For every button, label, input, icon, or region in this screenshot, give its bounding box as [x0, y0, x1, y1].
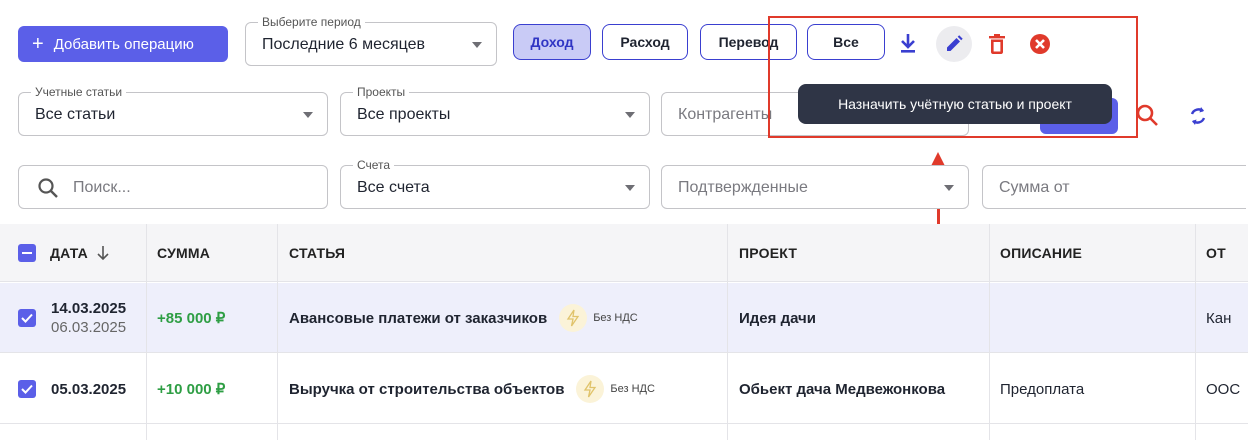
- search-input[interactable]: Поиск...: [18, 165, 328, 209]
- column-divider: [989, 224, 990, 440]
- amount-from-input[interactable]: Сумма от: [982, 165, 1246, 209]
- edit-button[interactable]: [936, 26, 972, 62]
- search-icon: [38, 178, 58, 198]
- projects-value: Все проекты: [357, 106, 451, 123]
- accounts-label: Учетные статьи: [31, 85, 127, 99]
- table-row[interactable]: 05.03.2025 +10 000 ₽ Выручка от строител…: [0, 354, 1248, 424]
- lightning-icon: [559, 304, 588, 332]
- header-from-label: ОТ: [1206, 245, 1226, 261]
- accounts-value: Все статьи: [35, 106, 116, 123]
- header-date[interactable]: ДАТА: [50, 224, 110, 282]
- chevron-down-icon: [625, 112, 635, 118]
- status-select[interactable]: Подтвержденные: [661, 165, 969, 209]
- lightning-icon: [576, 375, 605, 403]
- header-amount-label: СУММА: [157, 245, 211, 261]
- filter-all-chip[interactable]: Все: [807, 24, 885, 60]
- header-description[interactable]: ОПИСАНИЕ: [1000, 224, 1082, 282]
- chevron-down-icon: [472, 42, 482, 48]
- row-article: Авансовые платежи от заказчиков: [289, 309, 548, 327]
- delete-button[interactable]: [979, 26, 1015, 62]
- status-placeholder: Подтвержденные: [678, 179, 808, 196]
- row-article-cell[interactable]: Авансовые платежи от заказчиков Без НДС: [289, 283, 638, 353]
- filter-transfer-label: Перевод: [718, 34, 779, 50]
- close-circle-icon: [1030, 34, 1050, 54]
- add-operation-button[interactable]: + Добавить операцию: [18, 26, 228, 62]
- minus-checkbox-icon: [18, 244, 36, 262]
- row-vat: Без НДС: [593, 312, 638, 324]
- table-row[interactable]: 14.03.2025 06.03.2025 +85 000 ₽ Авансовы…: [0, 283, 1248, 353]
- search-off-icon: [1136, 104, 1158, 126]
- amount-placeholder: Сумма от: [999, 179, 1070, 196]
- row-project: Обьект дача Медвежонкова: [739, 380, 946, 398]
- chevron-down-icon: [303, 112, 313, 118]
- contractors-placeholder: Контрагенты: [678, 106, 773, 123]
- column-divider: [1195, 224, 1196, 440]
- row-amount: +85 000 ₽: [157, 310, 226, 327]
- row-date-secondary: 06.03.2025: [51, 319, 127, 336]
- row-description: Предоплата: [1000, 380, 1085, 398]
- accounts-select[interactable]: Учетные статьи Все статьи: [18, 85, 328, 136]
- row-vat: Без НДС: [610, 383, 655, 395]
- tooltip: Назначить учётную статью и проект: [798, 84, 1112, 124]
- header-date-label: ДАТА: [50, 245, 88, 261]
- bills-label: Счета: [353, 158, 395, 172]
- header-article[interactable]: СТАТЬЯ: [289, 224, 345, 282]
- table-header: ДАТА СУММА СТАТЬЯ ПРОЕКТ ОПИСАНИЕ ОТ: [0, 224, 1248, 282]
- trash-icon: [989, 34, 1005, 54]
- header-project-label: ПРОЕКТ: [739, 245, 798, 261]
- filter-expense-label: Расход: [620, 34, 670, 50]
- filter-income-label: Доход: [530, 34, 574, 50]
- column-divider: [277, 224, 278, 440]
- add-operation-label: Добавить операцию: [53, 35, 194, 53]
- header-from[interactable]: ОТ: [1206, 224, 1226, 282]
- header-description-label: ОПИСАНИЕ: [1000, 245, 1082, 261]
- check-icon: [18, 309, 36, 327]
- reset-search-button[interactable]: [1134, 102, 1162, 130]
- plus-icon: +: [32, 33, 44, 55]
- bills-select[interactable]: Счета Все счета: [340, 158, 650, 209]
- tooltip-text: Назначить учётную статью и проект: [838, 96, 1072, 112]
- row-amount: +10 000 ₽: [157, 381, 226, 398]
- row-article-cell[interactable]: Выручка от строительства объектов Без НД…: [289, 354, 655, 424]
- row-from: Кан: [1206, 309, 1232, 327]
- filter-all-label: Все: [833, 34, 859, 50]
- projects-label: Проекты: [353, 85, 410, 99]
- row-date-cell: 14.03.2025 06.03.2025: [51, 283, 126, 353]
- filter-expense-chip[interactable]: Расход: [602, 24, 688, 60]
- row-article: Выручка от строительства объектов: [289, 380, 565, 398]
- projects-select[interactable]: Проекты Все проекты: [340, 85, 650, 136]
- period-select[interactable]: Выберите период Последние 6 месяцев: [245, 15, 497, 66]
- download-icon: [901, 34, 915, 53]
- column-divider: [727, 224, 728, 440]
- row-project: Идея дачи: [739, 309, 816, 327]
- bills-value: Все счета: [357, 179, 430, 196]
- row-date: 05.03.2025: [51, 380, 127, 398]
- row-from: ООС: [1206, 380, 1241, 398]
- filter-income-chip[interactable]: Доход: [513, 24, 591, 60]
- select-all-checkbox[interactable]: [18, 224, 36, 282]
- chevron-down-icon: [944, 185, 954, 191]
- chevron-down-icon: [625, 185, 635, 191]
- sync-icon: [1190, 107, 1206, 125]
- cancel-button[interactable]: [1022, 26, 1058, 62]
- arrow-down-icon: [97, 246, 109, 261]
- row-checkbox[interactable]: [18, 354, 36, 424]
- row-date: 14.03.2025: [51, 300, 127, 317]
- period-value: Последние 6 месяцев: [262, 36, 426, 53]
- pencil-icon: [947, 35, 963, 51]
- header-project[interactable]: ПРОЕКТ: [739, 224, 797, 282]
- download-button[interactable]: [890, 26, 926, 62]
- column-divider: [146, 224, 147, 440]
- filter-transfer-chip[interactable]: Перевод: [700, 24, 797, 60]
- check-icon: [18, 380, 36, 398]
- refresh-button[interactable]: [1184, 102, 1212, 130]
- header-article-label: СТАТЬЯ: [289, 245, 346, 261]
- period-label: Выберите период: [258, 15, 365, 29]
- row-checkbox[interactable]: [18, 283, 36, 353]
- header-amount[interactable]: СУММА: [157, 224, 210, 282]
- search-placeholder: Поиск...: [73, 179, 131, 196]
